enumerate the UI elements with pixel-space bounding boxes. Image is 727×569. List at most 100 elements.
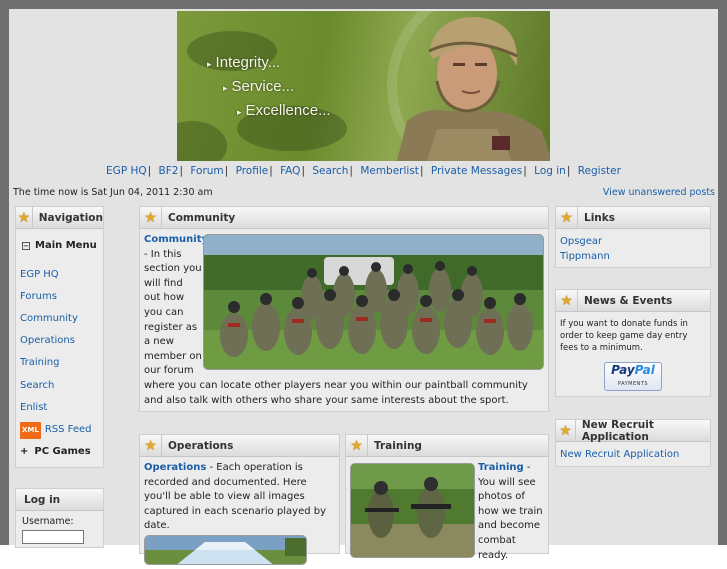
- slogan-service: ▸ Service...: [223, 78, 295, 95]
- paypal-payments-label: PAYMENTS: [617, 381, 649, 387]
- sidebar-item-operations[interactable]: Operations: [20, 334, 99, 349]
- recruit-body: New Recruit Application: [556, 442, 710, 469]
- nav-separator: |: [349, 165, 353, 177]
- username-field[interactable]: [22, 529, 84, 544]
- community-text-wide: where you can locate other players near …: [144, 379, 528, 406]
- current-time: The time now is Sat Jun 04, 2011 2:30 am: [13, 187, 213, 198]
- nav-private-messages[interactable]: Private Messages: [431, 165, 522, 177]
- nav-forum[interactable]: Forum: [190, 165, 223, 177]
- nav-separator: |: [566, 165, 571, 177]
- star-icon: ★: [346, 435, 368, 456]
- view-unanswered-link[interactable]: View unanswered posts: [603, 187, 715, 198]
- login-header: Log in: [16, 489, 103, 511]
- sidebar-item-egp-hq[interactable]: EGP HQ: [20, 268, 99, 283]
- recruit-panel: ★ New Recruit Application New Recruit Ap…: [555, 419, 711, 467]
- links-body: Opsgear Tippmann: [556, 229, 710, 270]
- training-description: - You will see photos of how we train an…: [478, 462, 543, 561]
- operations-header: ★ Operations: [140, 435, 339, 457]
- sidebar-item-training[interactable]: Training: [20, 356, 99, 371]
- nav-egp-hq[interactable]: EGP HQ: [106, 165, 147, 177]
- main-menu-label: Main Menu: [35, 240, 97, 251]
- nav-memberlist[interactable]: Memberlist: [360, 165, 419, 177]
- sidebar-item-forums[interactable]: Forums: [20, 290, 99, 305]
- expand-icon: +: [20, 445, 29, 457]
- links-header: ★ Links: [556, 207, 710, 229]
- username-label: Username:: [22, 516, 74, 527]
- community-group-photo: [203, 234, 544, 370]
- community-header: ★ Community: [140, 207, 548, 229]
- community-title: Community: [168, 211, 236, 224]
- operations-body: Operations - Each operation is recorded …: [140, 457, 339, 569]
- rss-row: XML RSS Feed: [20, 421, 99, 439]
- nav-register[interactable]: Register: [578, 165, 621, 177]
- links-title: Links: [584, 211, 615, 224]
- operations-photo: [144, 534, 307, 565]
- nav-separator: |: [269, 165, 273, 177]
- nav-profile[interactable]: Profile: [236, 165, 269, 177]
- training-photo: [350, 463, 475, 558]
- navigation-body: − Main Menu EGP HQ Forums Community Oper…: [16, 229, 103, 463]
- community-photo-image: [204, 235, 543, 369]
- camo-pattern: [177, 121, 227, 161]
- sidebar-item-community[interactable]: Community: [20, 312, 99, 327]
- sidebar-item-search[interactable]: Search: [20, 379, 99, 394]
- news-body: If you want to donate funds in order to …: [556, 312, 710, 397]
- pc-games-toggle[interactable]: + PC Games: [20, 445, 99, 460]
- recruit-header: ★ New Recruit Application: [556, 418, 710, 443]
- nav-separator: |: [301, 165, 305, 177]
- training-link[interactable]: Training: [478, 462, 524, 473]
- link-opsgear[interactable]: Opsgear: [560, 235, 706, 250]
- community-description: - In this section you will find out how …: [144, 248, 202, 377]
- recruit-title: New Recruit Application: [581, 418, 654, 443]
- main-menu-toggle[interactable]: − Main Menu: [22, 239, 99, 254]
- operations-title: Operations: [168, 439, 234, 452]
- news-text: If you want to donate funds in order to …: [560, 319, 688, 353]
- top-navigation: EGP HQ| BF2| Forum| Profile| FAQ| Search…: [0, 165, 727, 177]
- community-link[interactable]: Community: [144, 234, 208, 245]
- star-icon: ★: [140, 207, 162, 228]
- sidebar-item-enlist[interactable]: Enlist: [20, 401, 99, 416]
- login-panel: Log in Username:: [15, 488, 104, 548]
- news-panel: ★ News & Events If you want to donate fu…: [555, 289, 711, 397]
- community-panel: ★ Community Community - In this section …: [139, 206, 549, 412]
- star-icon: ★: [556, 290, 578, 311]
- nav-faq[interactable]: FAQ: [280, 165, 300, 177]
- star-icon: ★: [556, 420, 576, 441]
- news-header: ★ News & Events: [556, 290, 710, 312]
- nav-separator: |: [419, 165, 424, 177]
- training-body: Training - You will see photos of how we…: [346, 457, 548, 567]
- link-tippmann[interactable]: Tippmann: [560, 250, 706, 265]
- operations-panel: ★ Operations Operations - Each operation…: [139, 434, 340, 565]
- community-body: Community - In this section you will fin…: [140, 229, 548, 411]
- nav-log-in[interactable]: Log in: [534, 165, 566, 177]
- header-banner: ▸ Integrity... ▸ Service... ▸ Excellence...: [177, 11, 550, 161]
- training-panel: ★ Training Training - You will see photo…: [345, 434, 549, 561]
- training-header: ★ Training: [346, 435, 548, 457]
- operations-link[interactable]: Operations: [144, 462, 206, 473]
- training-title: Training: [374, 439, 422, 452]
- navigation-header: ★ Navigation: [16, 207, 103, 229]
- news-title: News & Events: [584, 294, 673, 307]
- nav-bf2[interactable]: BF2: [159, 165, 179, 177]
- rss-feed-link[interactable]: RSS Feed: [45, 423, 92, 438]
- links-panel: ★ Links Opsgear Tippmann: [555, 206, 711, 268]
- xml-icon: XML: [20, 421, 41, 439]
- community-text-narrow: Community - In this section you will fin…: [144, 233, 208, 379]
- paypal-button[interactable]: PayPal PAYMENTS: [604, 362, 662, 391]
- nav-separator: |: [523, 165, 527, 177]
- star-icon: ★: [140, 435, 162, 456]
- login-body: Username:: [16, 511, 103, 548]
- nav-separator: |: [147, 165, 152, 177]
- navigation-panel: ★ Navigation − Main Menu EGP HQ Forums C…: [15, 206, 104, 468]
- star-icon: ★: [16, 207, 33, 228]
- training-photo-image: [351, 464, 474, 557]
- nav-separator: |: [224, 165, 229, 177]
- nav-search[interactable]: Search: [312, 165, 348, 177]
- new-recruit-application-link[interactable]: New Recruit Application: [560, 449, 679, 460]
- paypal-logo: PayPal: [611, 363, 655, 377]
- operations-photo-image: [145, 535, 306, 564]
- slogan-integrity: ▸ Integrity...: [207, 54, 281, 71]
- pc-games-label: PC Games: [34, 445, 91, 457]
- navigation-title: Navigation: [38, 211, 103, 224]
- collapse-icon: −: [22, 242, 30, 251]
